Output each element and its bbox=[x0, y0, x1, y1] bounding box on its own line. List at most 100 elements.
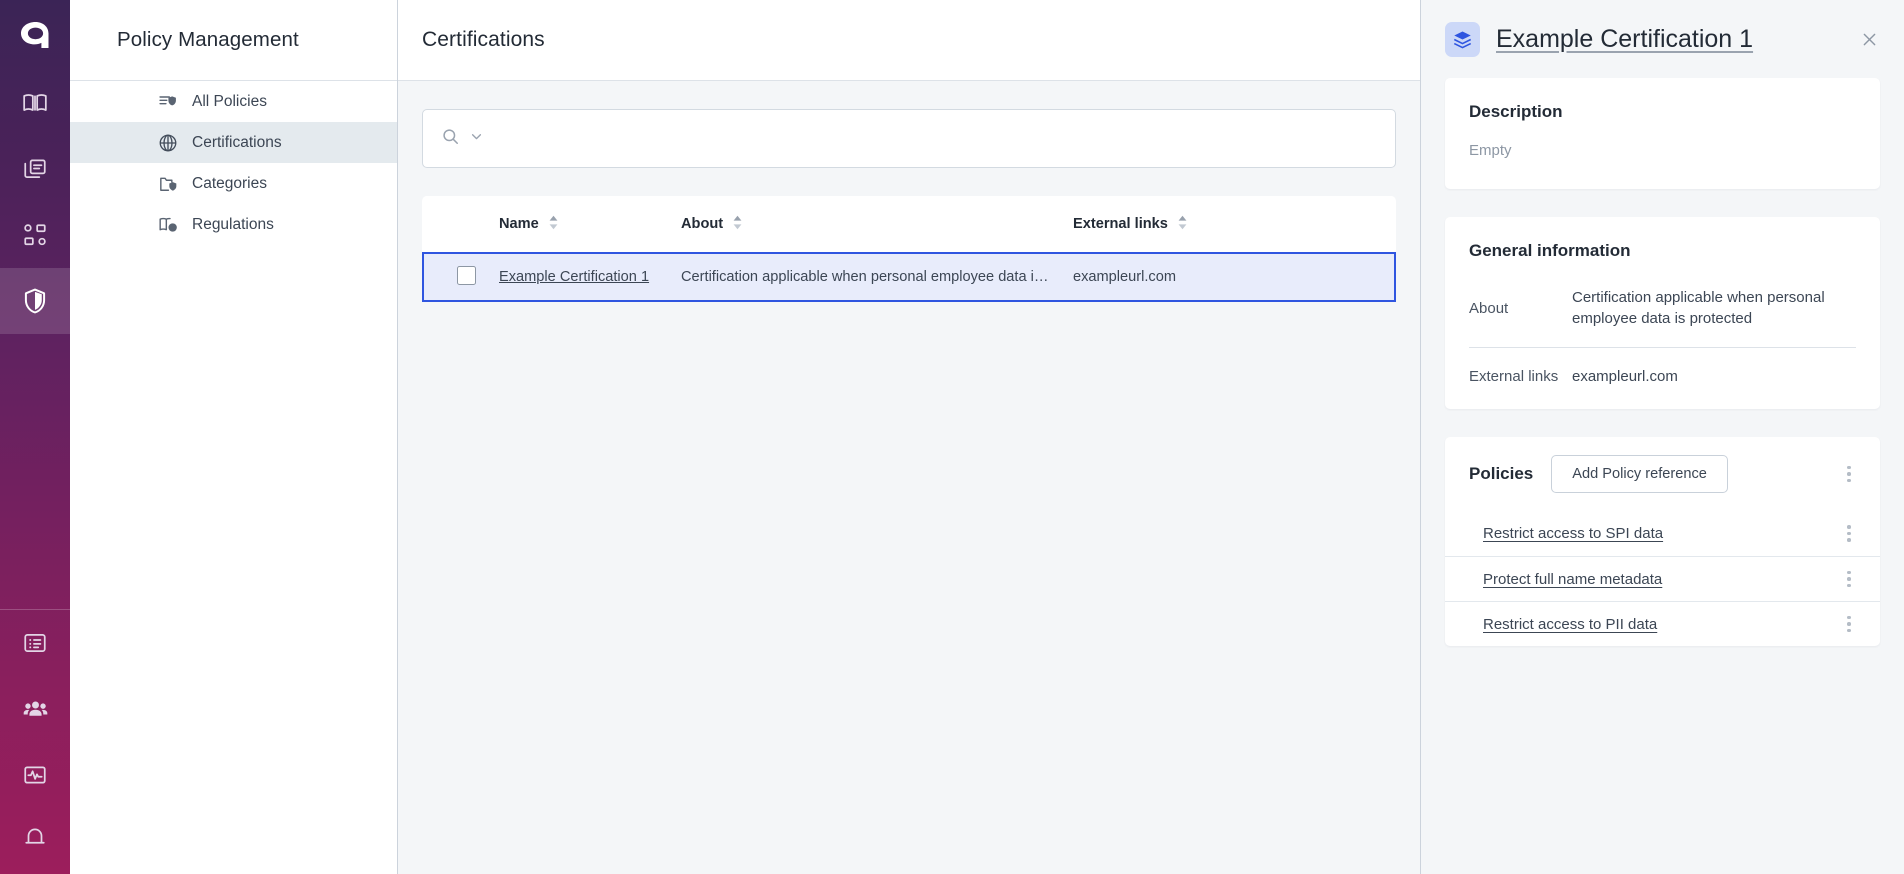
main-content: Certifications bbox=[398, 0, 1420, 874]
main-header: Certifications bbox=[398, 0, 1420, 81]
table-header-name-label: Name bbox=[499, 216, 539, 232]
table-head: Name bbox=[423, 196, 1395, 253]
general-information-card: General information About Certification … bbox=[1445, 217, 1880, 409]
list-icon bbox=[22, 630, 48, 656]
row-checkbox[interactable] bbox=[457, 266, 476, 285]
table-header-external-links-label: External links bbox=[1073, 216, 1168, 232]
sidebar-item-label: Categories bbox=[192, 175, 267, 193]
sidebar-item-label: All Policies bbox=[192, 93, 267, 111]
users-icon bbox=[22, 696, 49, 723]
search-input[interactable] bbox=[493, 131, 1377, 147]
row-select-cell bbox=[423, 253, 499, 301]
list-item[interactable]: Restrict access to PII data bbox=[1445, 601, 1880, 646]
page-title: Certifications bbox=[422, 28, 545, 52]
layers-icon bbox=[1445, 22, 1480, 57]
sidebar-item-label: Regulations bbox=[192, 216, 274, 234]
table-header-about-label: About bbox=[681, 216, 723, 232]
app-logo[interactable] bbox=[0, 0, 70, 70]
sidebar-nav: All Policies Certifications bbox=[70, 81, 397, 245]
shield-icon bbox=[21, 287, 49, 315]
row-name-cell: Example Certification 1 bbox=[499, 253, 681, 301]
sidebar-header: Policy Management bbox=[70, 0, 397, 81]
book-icon bbox=[22, 90, 48, 116]
rail-item-book[interactable] bbox=[0, 70, 70, 136]
table-header-row: Name bbox=[423, 196, 1395, 253]
rail-item-notifications[interactable] bbox=[0, 808, 70, 874]
table-header-name[interactable]: Name bbox=[499, 196, 681, 253]
general-information-heading: General information bbox=[1469, 241, 1856, 261]
sidebar-item-all-policies[interactable]: All Policies bbox=[70, 81, 397, 122]
row-links-text: exampleurl.com bbox=[1073, 269, 1176, 285]
table-header-external-links[interactable]: External links bbox=[1073, 196, 1395, 253]
main-body: Name bbox=[398, 81, 1420, 874]
policies-heading: Policies bbox=[1469, 464, 1533, 484]
detail-panel-header: Example Certification 1 bbox=[1421, 0, 1904, 78]
sidebar-item-regulations[interactable]: § Regulations bbox=[70, 204, 397, 245]
field-external-links: External links exampleurl.com bbox=[1469, 366, 1856, 387]
close-icon[interactable] bbox=[1856, 26, 1882, 52]
rail-item-workflow[interactable] bbox=[0, 202, 70, 268]
table-row[interactable]: Example Certification 1 Certification ap… bbox=[423, 253, 1395, 301]
detail-panel-title[interactable]: Example Certification 1 bbox=[1496, 25, 1840, 54]
row-about-cell: Certification applicable when personal e… bbox=[681, 253, 1073, 301]
policy-link[interactable]: Restrict access to PII data bbox=[1483, 616, 1657, 633]
policies-card: Policies Add Policy reference Restrict a… bbox=[1445, 437, 1880, 646]
policy-link[interactable]: Restrict access to SPI data bbox=[1483, 525, 1663, 542]
policy-link[interactable]: Protect full name metadata bbox=[1483, 571, 1662, 588]
row-name-link[interactable]: Example Certification 1 bbox=[499, 269, 649, 285]
detail-panel: Example Certification 1 Description Empt… bbox=[1420, 0, 1904, 874]
table-header-about[interactable]: About bbox=[681, 196, 1073, 253]
sort-icon[interactable] bbox=[548, 215, 559, 234]
chevron-down-icon[interactable] bbox=[468, 128, 485, 150]
detail-panel-body: Description Empty General information Ab… bbox=[1421, 78, 1904, 874]
certifications-table-card: Name bbox=[422, 196, 1396, 302]
folders-icon bbox=[22, 156, 48, 182]
description-card: Description Empty bbox=[1445, 78, 1880, 189]
field-about-value[interactable]: Certification applicable when personal e… bbox=[1572, 287, 1856, 329]
field-about-label: About bbox=[1469, 300, 1572, 317]
table-header-select bbox=[423, 196, 499, 253]
rail-item-users[interactable] bbox=[0, 676, 70, 742]
rail-item-tasks[interactable] bbox=[0, 610, 70, 676]
policy-more-icon[interactable] bbox=[1838, 568, 1860, 590]
sidebar-item-certifications[interactable]: Certifications bbox=[70, 122, 397, 163]
policies-header: Policies Add Policy reference bbox=[1445, 437, 1880, 511]
search-icon bbox=[441, 127, 460, 151]
sidebar-title: Policy Management bbox=[117, 28, 299, 52]
policy-list-icon bbox=[158, 92, 178, 112]
rail-item-policy-management[interactable] bbox=[0, 268, 70, 334]
policy-sidebar: Policy Management All Policies bbox=[70, 0, 398, 874]
row-about-text: Certification applicable when personal e… bbox=[681, 269, 1073, 285]
policies-more-icon[interactable] bbox=[1838, 463, 1860, 485]
sidebar-item-label: Certifications bbox=[192, 134, 282, 152]
description-heading: Description bbox=[1469, 102, 1856, 122]
row-links-cell: exampleurl.com bbox=[1073, 253, 1395, 301]
app-root: Policy Management All Policies bbox=[0, 0, 1904, 874]
certifications-table: Name bbox=[422, 196, 1396, 302]
policy-more-icon[interactable] bbox=[1838, 613, 1860, 635]
globe-icon bbox=[158, 133, 178, 153]
field-about: About Certification applicable when pers… bbox=[1469, 287, 1856, 329]
activity-icon bbox=[22, 762, 48, 788]
field-external-links-value[interactable]: exampleurl.com bbox=[1572, 366, 1856, 387]
search-bar[interactable] bbox=[422, 109, 1396, 168]
book-section-icon: § bbox=[158, 215, 178, 235]
policy-more-icon[interactable] bbox=[1838, 523, 1860, 545]
folder-shield-icon bbox=[158, 174, 178, 194]
description-value[interactable]: Empty bbox=[1469, 142, 1856, 159]
workflow-icon bbox=[22, 222, 48, 248]
bell-icon bbox=[22, 824, 48, 850]
list-item[interactable]: Protect full name metadata bbox=[1445, 556, 1880, 601]
svg-text:§: § bbox=[171, 226, 174, 232]
list-item[interactable]: Restrict access to SPI data bbox=[1445, 511, 1880, 556]
sort-icon[interactable] bbox=[1177, 215, 1188, 234]
sidebar-item-categories[interactable]: Categories bbox=[70, 163, 397, 204]
field-external-links-label: External links bbox=[1469, 368, 1572, 385]
field-divider bbox=[1469, 347, 1856, 348]
sort-icon[interactable] bbox=[732, 215, 743, 234]
table-body: Example Certification 1 Certification ap… bbox=[423, 253, 1395, 301]
rail-item-monitoring[interactable] bbox=[0, 742, 70, 808]
add-policy-reference-button[interactable]: Add Policy reference bbox=[1551, 455, 1728, 493]
rail-item-documents[interactable] bbox=[0, 136, 70, 202]
app-rail bbox=[0, 0, 70, 874]
